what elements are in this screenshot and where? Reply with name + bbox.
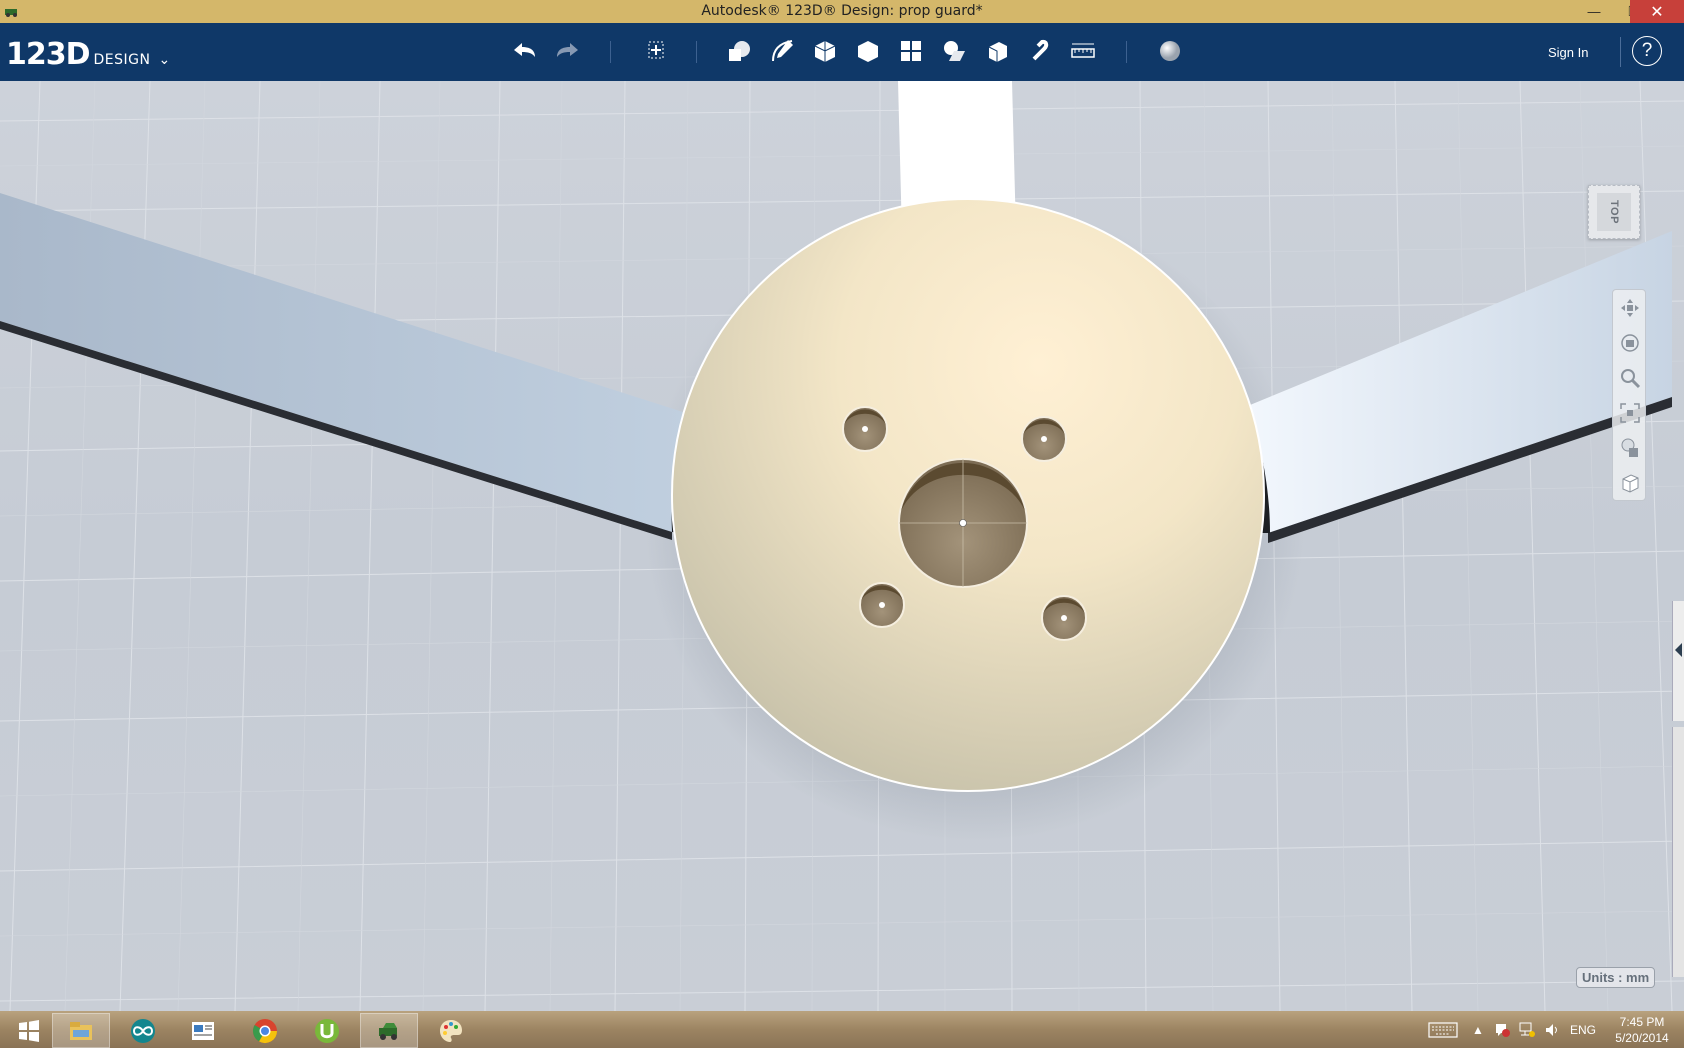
right-panel-toggle[interactable]	[1672, 601, 1684, 721]
grouping-icon[interactable]	[938, 36, 970, 66]
toolbar-separator	[1126, 41, 1127, 63]
model-scene	[0, 81, 1684, 1011]
toolbar-separator	[610, 41, 611, 63]
3d-viewport[interactable]: TOP Units : mm	[0, 81, 1684, 1011]
logo-word: DESIGN	[93, 52, 151, 68]
arduino-icon[interactable]	[114, 1013, 172, 1048]
motor-hub[interactable]	[671, 198, 1265, 792]
snap-icon[interactable]	[1024, 36, 1056, 66]
primitives-icon[interactable]	[723, 36, 755, 66]
left-arm	[0, 193, 692, 540]
units-label[interactable]: Units : mm	[1576, 967, 1656, 988]
bolt-hole	[1021, 416, 1067, 462]
minimize-button[interactable]: —	[1572, 0, 1616, 23]
windows-taskbar: ▲ ENG 7:45 PM 5/20/2014	[0, 1011, 1684, 1048]
pattern-icon[interactable]	[895, 36, 927, 66]
123d-design-icon[interactable]	[360, 1013, 418, 1048]
chevron-down-icon: ⌄	[158, 51, 171, 67]
network-icon[interactable]	[1518, 1019, 1536, 1041]
language-indicator[interactable]: ENG	[1570, 1019, 1596, 1041]
construct-icon[interactable]	[809, 36, 841, 66]
modify-icon[interactable]	[852, 36, 884, 66]
pan-icon[interactable]	[1618, 296, 1642, 320]
app-menu-button[interactable]: 123D DESIGN ⌄	[6, 37, 170, 72]
combine-icon[interactable]	[981, 36, 1013, 66]
view-cube-top-face[interactable]: TOP	[1597, 193, 1631, 231]
utorrent-icon[interactable]	[298, 1013, 356, 1048]
paint-icon[interactable]	[422, 1013, 480, 1048]
view-cube-label: TOP	[1607, 200, 1620, 224]
right-panel-scrollbar[interactable]	[1672, 727, 1684, 977]
application-window: Autodesk® 123D® Design: prop guard* — ❐ …	[0, 0, 1684, 1048]
redo-icon[interactable]	[552, 36, 584, 66]
clock-time: 7:45 PM	[1619, 1015, 1665, 1029]
ortho-icon[interactable]	[1618, 471, 1642, 495]
close-button[interactable]: ✕	[1630, 0, 1684, 23]
window-title: Autodesk® 123D® Design: prop guard*	[701, 3, 983, 19]
bolt-hole	[859, 582, 905, 628]
measure-icon[interactable]	[1067, 36, 1099, 66]
action-center-icon[interactable]	[1494, 1019, 1510, 1041]
undo-icon[interactable]	[508, 36, 540, 66]
chevron-up-icon[interactable]: ▲	[1472, 1019, 1484, 1041]
zoom-icon[interactable]	[1618, 366, 1642, 390]
transform-icon[interactable]	[640, 36, 672, 66]
logo-number: 123D	[6, 37, 91, 72]
orbit-icon[interactable]	[1618, 331, 1642, 355]
toolbar-separator	[696, 41, 697, 63]
right-arm	[1240, 231, 1672, 543]
volume-icon[interactable]	[1544, 1019, 1560, 1041]
bolt-hole	[842, 406, 888, 452]
fit-icon[interactable]	[1618, 401, 1642, 425]
touch-keyboard-icon[interactable]	[1428, 1019, 1458, 1041]
title-bar: Autodesk® 123D® Design: prop guard* — ❐ …	[0, 0, 1684, 23]
main-toolbar: 123D DESIGN ⌄ Sign In ?	[0, 23, 1684, 81]
windows-start-icon[interactable]	[0, 1013, 58, 1048]
file-explorer-icon[interactable]	[52, 1013, 110, 1048]
sign-in-link[interactable]: Sign In	[1548, 45, 1588, 60]
clock-date: 5/20/2014	[1615, 1031, 1669, 1045]
toolbar-separator	[1620, 37, 1621, 67]
sketch-icon[interactable]	[766, 36, 798, 66]
help-button[interactable]: ?	[1632, 36, 1662, 66]
center-hole	[898, 458, 1028, 588]
visual-style-icon[interactable]	[1618, 436, 1642, 460]
taskbar-clock[interactable]: 7:45 PM 5/20/2014	[1610, 1014, 1674, 1046]
navigation-bar	[1612, 289, 1646, 501]
bolt-hole	[1041, 595, 1087, 641]
material-icon[interactable]	[1154, 36, 1186, 66]
chrome-icon[interactable]	[236, 1013, 294, 1048]
news-reader-icon[interactable]	[174, 1013, 232, 1048]
view-cube[interactable]: TOP	[1588, 185, 1640, 239]
